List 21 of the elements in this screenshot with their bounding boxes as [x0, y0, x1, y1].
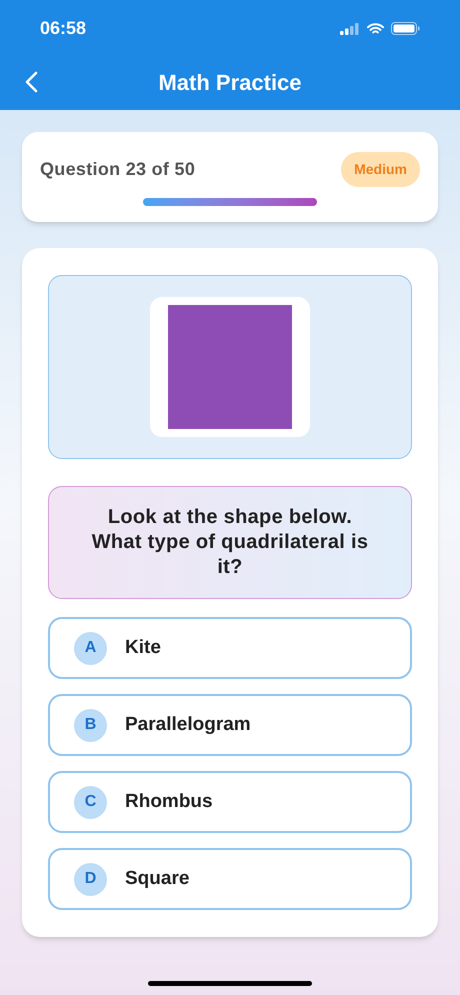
answer-option[interactable]: A Kite [48, 617, 412, 679]
option-text: Square [125, 866, 190, 891]
question-text: Look at the shape below. What type of quadrilateral is it? [90, 505, 370, 580]
battery-icon [391, 22, 420, 35]
difficulty-badge: Medium [341, 152, 420, 187]
option-letter: A [74, 632, 107, 664]
option-letter: C [74, 786, 107, 818]
answer-option[interactable]: D Square [48, 848, 412, 910]
question-counter: Question 23 of 50 [40, 158, 196, 181]
screen-title: Math Practice [158, 69, 302, 97]
status-time: 06:58 [40, 17, 86, 40]
back-icon [24, 71, 38, 93]
wifi-icon [367, 22, 384, 34]
option-letter: B [74, 708, 107, 742]
option-text: Parallelogram [125, 712, 251, 737]
option-letter: D [74, 862, 107, 896]
answer-option[interactable]: C Rhombus [48, 771, 412, 833]
signal-icon [340, 22, 360, 34]
option-text: Kite [125, 636, 161, 660]
answer-option[interactable]: B Parallelogram [48, 694, 412, 756]
option-text: Rhombus [125, 790, 213, 814]
